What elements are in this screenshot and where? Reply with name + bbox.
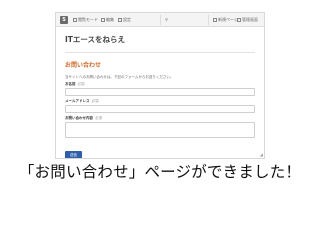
site-logo-icon[interactable]: S [60, 16, 68, 24]
home-icon [73, 18, 77, 22]
required-badge: 必須 [77, 82, 85, 86]
field-label: メールアドレス [65, 99, 90, 103]
form-description: 当サイトへのお問い合わせは、下記のフォームからお送りください。 [65, 75, 174, 79]
email-label: メールアドレス 必須 [65, 99, 255, 104]
search-icon[interactable]: ⚲ [165, 16, 168, 24]
nav-label: 閲覧モード [78, 17, 98, 22]
nav-label: 管理画面 [242, 17, 258, 22]
main-content: ITエースをねらえ お問い合わせ 当サイトへのお問い合わせは、下記のフォームから… [65, 35, 255, 158]
nav-settings[interactable]: 設定 [118, 16, 131, 24]
settings-icon [118, 18, 122, 22]
nav-edit[interactable]: 編集 [101, 16, 114, 24]
required-badge: 必須 [91, 99, 99, 103]
divider [208, 15, 209, 25]
resize-handle-icon[interactable]: ◢ [260, 153, 263, 157]
nav-label: 新規ページ [218, 17, 238, 22]
nav-admin[interactable]: 管理画面 [237, 16, 258, 24]
name-label: お名前 必須 [65, 82, 255, 87]
nav-label: 設定 [123, 17, 131, 22]
message-label: お問い合わせ内容 必須 [65, 116, 255, 121]
nav-new-page[interactable]: 新規ページ [213, 16, 238, 24]
nav-label: 編集 [106, 17, 114, 22]
required-badge: 必須 [95, 116, 102, 120]
email-field[interactable] [65, 105, 255, 113]
message-textarea[interactable] [65, 122, 255, 138]
divider [65, 52, 255, 53]
site-title[interactable]: ITエースをねらえ [65, 35, 255, 44]
screenshot-window: S 閲覧モード 編集 設定 ⚲ 新規ページ 管理画面 ITエースをねらえ お問い… [55, 12, 265, 159]
admin-toolbar: S 閲覧モード 編集 設定 ⚲ 新規ページ 管理画面 [56, 13, 264, 27]
divider [160, 15, 161, 25]
page-title: お問い合わせ [65, 62, 102, 69]
page-icon [213, 18, 217, 22]
nav-view-mode[interactable]: 閲覧モード [73, 16, 98, 24]
list-icon [237, 18, 241, 22]
name-field[interactable] [65, 88, 255, 96]
field-label: お問い合わせ内容 [65, 116, 93, 120]
edit-icon [101, 18, 105, 22]
field-label: お名前 [65, 82, 76, 86]
submit-button[interactable]: 送信 [65, 151, 82, 158]
slide-caption: 「お問い合わせ」ページができました！ [18, 163, 302, 181]
